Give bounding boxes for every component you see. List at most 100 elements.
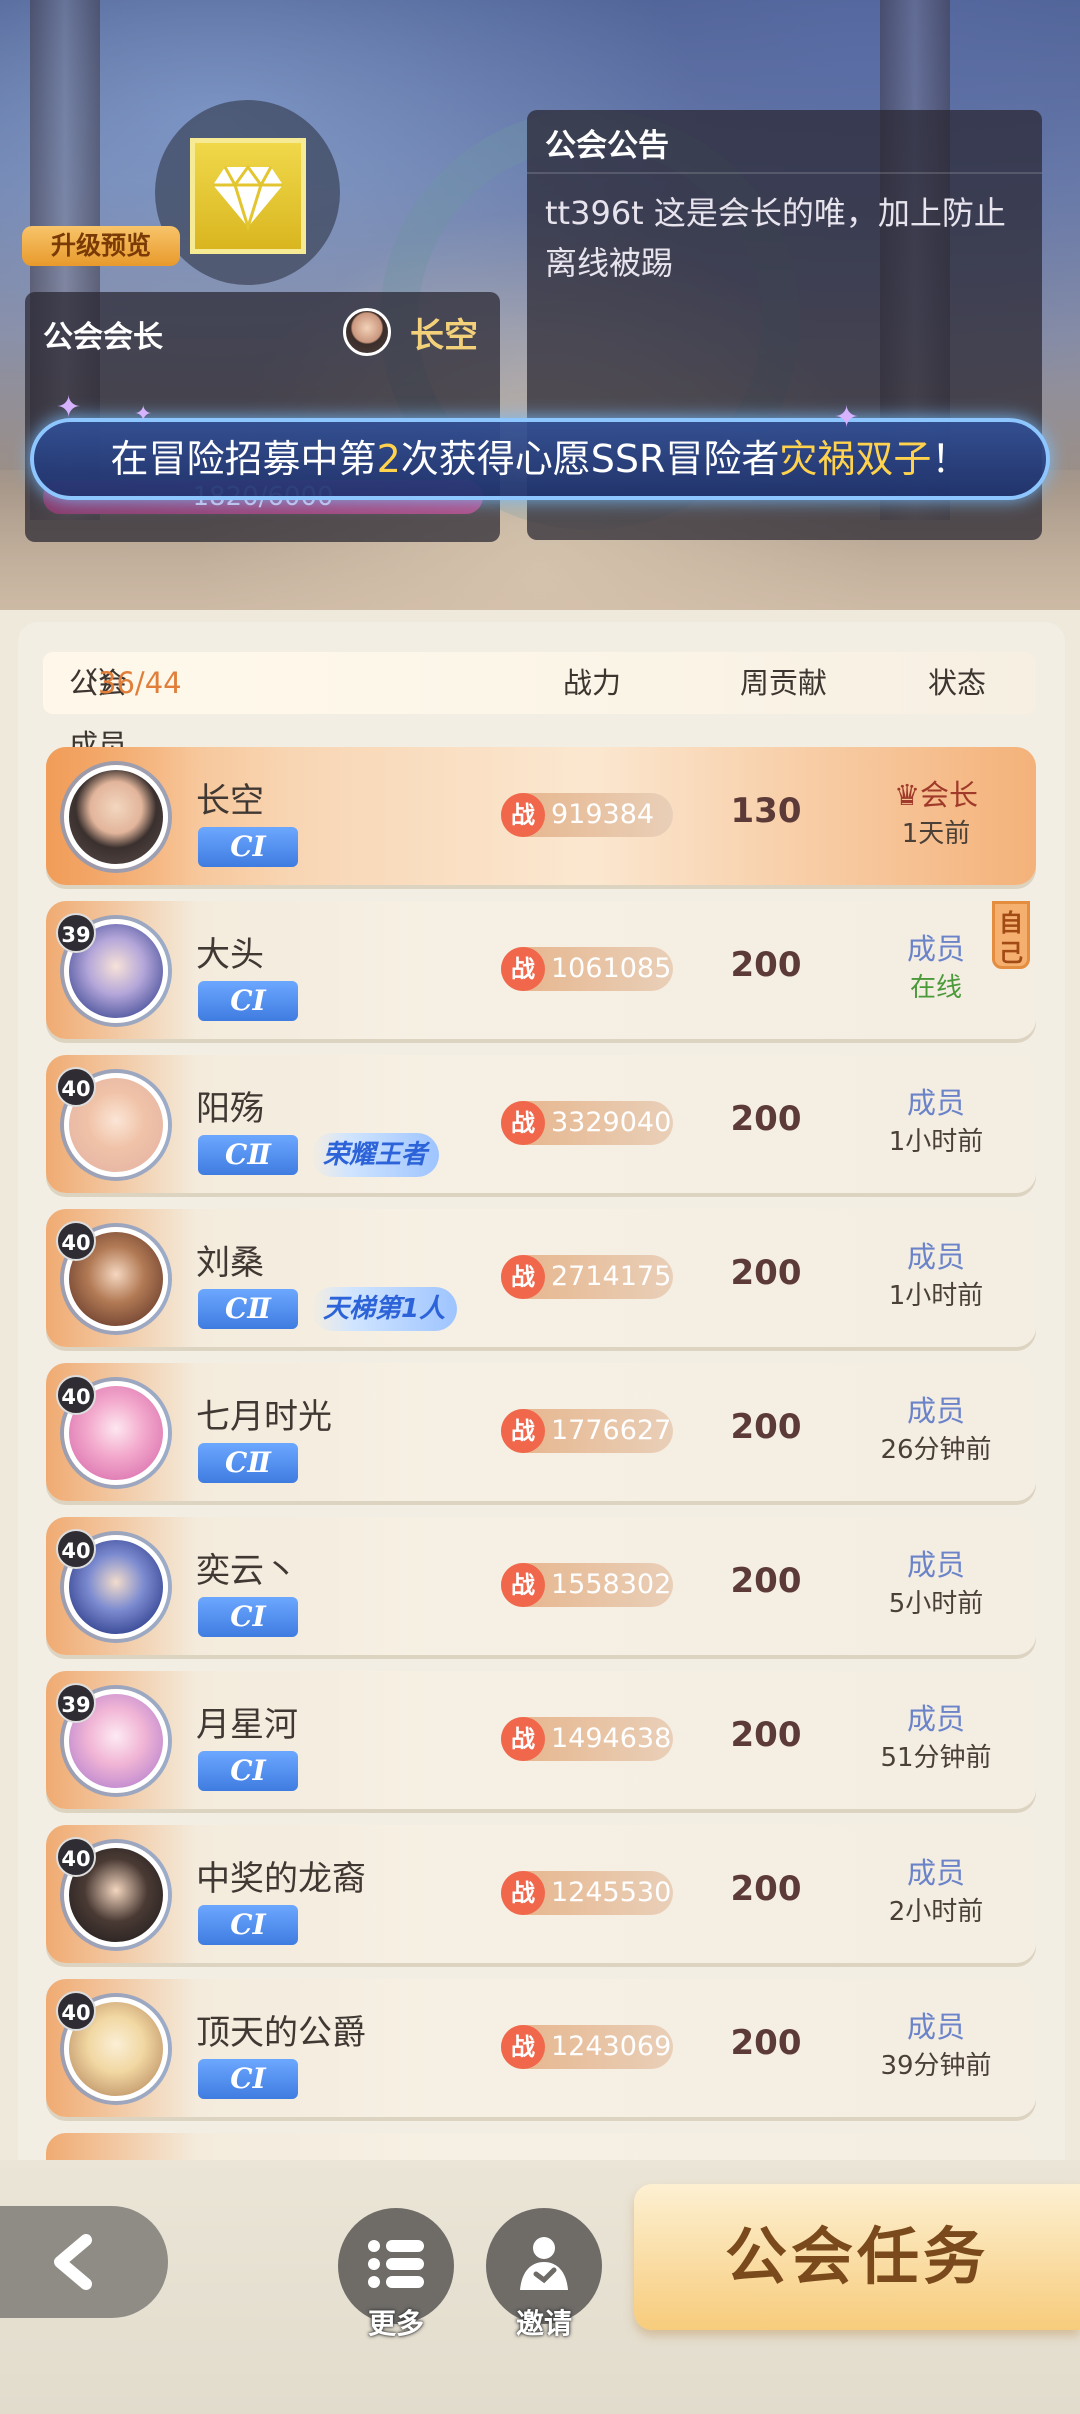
member-status: ♛会长 1天前 xyxy=(856,775,1016,853)
level-badge: 40 xyxy=(56,1221,96,1261)
power-value: 战 1243069 xyxy=(501,2025,673,2069)
member-name: 奕云丶 xyxy=(196,1551,298,1591)
member-role: 成员 xyxy=(906,1856,965,1890)
member-list-panel: 公会成员（36/44） 战力 周贡献 状态 长空 CⅠ 战 919384 130 … xyxy=(18,622,1065,2182)
weekly-contribution: 130 xyxy=(730,791,802,831)
member-count: 36/44 xyxy=(98,666,182,700)
member-role: 成员 xyxy=(906,1702,965,1736)
guild-emblem-button[interactable] xyxy=(190,138,306,254)
notice-text: tt396t 这是会长的唯，加上防止离线被踢 xyxy=(545,194,1006,282)
member-status: 成员 39分钟前 xyxy=(856,2007,1016,2085)
members-column-header: 公会成员（36/44） xyxy=(69,652,182,762)
upgrade-preview-button[interactable]: 升级预览 xyxy=(22,226,180,266)
member-role: ♛会长 xyxy=(893,778,978,812)
power-icon: 战 xyxy=(501,1563,545,1607)
weekly-contribution-column-header[interactable]: 周贡献 xyxy=(740,652,827,714)
leader-avatar[interactable] xyxy=(343,308,391,356)
level-badge: 39 xyxy=(56,1683,96,1723)
list-icon xyxy=(368,2240,424,2288)
last-active: 1小时前 xyxy=(888,1127,984,1157)
guild-leader-panel: 公会会长 长空 1820/6000 xyxy=(25,292,500,542)
power-value: 战 1494638 xyxy=(501,1717,673,1761)
title-badge: 荣耀王者 xyxy=(311,1133,440,1177)
leader-name: 长空 xyxy=(410,316,478,356)
last-active: 39分钟前 xyxy=(880,2051,992,2081)
rank-badge: CⅡ xyxy=(198,1135,298,1175)
invite-icon xyxy=(520,2237,568,2290)
member-name: 阳殇 xyxy=(196,1089,264,1129)
rank-badge: CⅡ xyxy=(198,1443,298,1483)
power-value: 战 2714175 xyxy=(501,1255,673,1299)
last-active: 2小时前 xyxy=(888,1897,984,1927)
rank-badge: CⅠ xyxy=(198,1905,298,1945)
power-icon: 战 xyxy=(501,2025,545,2069)
member-name: 大头 xyxy=(196,935,264,975)
last-active: 在线 xyxy=(909,973,962,1003)
sparkle-icon: ✦ xyxy=(56,390,82,425)
status-column-header[interactable]: 状态 xyxy=(928,652,986,714)
member-row[interactable]: 39 月星河 CⅠ 战 1494638 200 成员 51分钟前 xyxy=(46,1671,1036,1809)
notice-title: 公会公告 xyxy=(545,128,669,164)
level-badge: 40 xyxy=(56,1837,96,1877)
member-name: 中奖的龙裔 xyxy=(196,1859,366,1899)
member-row[interactable]: 40 顶天的公爵 CⅠ 战 1243069 200 成员 39分钟前 xyxy=(46,1979,1036,2117)
power-value: 战 3329040 xyxy=(501,1101,673,1145)
power-icon: 战 xyxy=(501,1871,545,1915)
member-row[interactable]: 40 奕云丶 CⅠ 战 1558302 200 成员 5小时前 xyxy=(46,1517,1036,1655)
weekly-contribution: 200 xyxy=(730,2023,802,2063)
weekly-contribution: 200 xyxy=(730,1099,802,1139)
level-badge: 40 xyxy=(56,1529,96,1569)
member-name: 月星河 xyxy=(196,1705,298,1745)
level-badge: 40 xyxy=(56,1991,96,2031)
rank-badge: CⅠ xyxy=(198,827,298,867)
member-row[interactable]: 40 七月时光 CⅡ 战 1776627 200 成员 26分钟前 xyxy=(46,1363,1036,1501)
rank-badge: CⅠ xyxy=(198,1751,298,1791)
rank-badge: CⅠ xyxy=(198,1597,298,1637)
member-status: 成员 1小时前 xyxy=(856,1083,1016,1161)
crown-icon: ♛ xyxy=(893,778,920,812)
power-column-header[interactable]: 战力 xyxy=(563,652,621,714)
weekly-contribution: 200 xyxy=(730,1561,802,1601)
title-badge: 天梯第1人 xyxy=(311,1287,458,1331)
diamond-icon xyxy=(213,164,283,233)
guild-tasks-label: 公会任务 xyxy=(724,2220,989,2293)
member-name: 长空 xyxy=(196,781,264,821)
leader-panel-title: 公会会长 xyxy=(43,320,163,355)
last-active: 1小时前 xyxy=(888,1281,984,1311)
power-value: 战 1061085 xyxy=(501,947,673,991)
more-label: 更多 xyxy=(367,2307,424,2340)
back-arrow-icon xyxy=(54,2234,92,2290)
member-row[interactable]: 长空 CⅠ 战 919384 130 ♛会长 1天前 xyxy=(46,747,1036,885)
member-role: 成员 xyxy=(906,1240,965,1274)
member-name: 顶天的公爵 xyxy=(196,2013,366,2053)
guild-banner-background: 升级预览 公会会长 长空 1820/6000 公会公告 tt396t 这是会长的… xyxy=(0,0,1080,610)
member-status: 成员 26分钟前 xyxy=(856,1391,1016,1469)
rank-badge: CⅠ xyxy=(198,2059,298,2099)
member-list-header: 公会成员（36/44） 战力 周贡献 状态 xyxy=(43,652,1035,762)
last-active: 5小时前 xyxy=(888,1589,984,1619)
member-status: 成员 51分钟前 xyxy=(856,1699,1016,1777)
power-value: 战 1776627 xyxy=(501,1409,673,1453)
rank-badge: CⅠ xyxy=(198,981,298,1021)
power-value: 战 919384 xyxy=(501,793,673,837)
member-row[interactable]: 40 刘桑 CⅡ 天梯第1人 战 2714175 200 成员 1小时前 xyxy=(46,1209,1036,1347)
last-active: 1天前 xyxy=(901,819,971,849)
power-icon: 战 xyxy=(501,793,545,837)
self-tag: 自己 xyxy=(992,901,1030,969)
broadcast-text: 在冒险招募中第2次获得心愿SSR冒险者灾祸双子！ xyxy=(110,437,970,481)
member-avatar[interactable] xyxy=(64,765,168,869)
member-row[interactable]: 40 阳殇 CⅡ 荣耀王者 战 3329040 200 成员 1小时前 xyxy=(46,1055,1036,1193)
member-role: 成员 xyxy=(906,1394,965,1428)
member-row[interactable]: 40 中奖的龙裔 CⅠ 战 1245530 200 成员 2小时前 xyxy=(46,1825,1036,1963)
weekly-contribution: 200 xyxy=(730,1253,802,1293)
level-badge: 39 xyxy=(56,913,96,953)
member-row[interactable]: 39 大头 CⅠ 战 1061085 200 成员 在线 自己 xyxy=(46,901,1036,1039)
power-value: 战 1558302 xyxy=(501,1563,673,1607)
back-button[interactable] xyxy=(0,2206,168,2318)
system-broadcast-banner: ✦ ✦ ✦ 在冒险招募中第2次获得心愿SSR冒险者灾祸双子！ xyxy=(30,390,1050,500)
weekly-contribution: 200 xyxy=(730,1715,802,1755)
invite-label: 邀请 xyxy=(515,2307,572,2340)
member-role: 成员 xyxy=(906,1086,965,1120)
guild-tasks-button[interactable]: 公会任务 xyxy=(634,2184,1080,2330)
bottom-action-bar: 更多 邀请 公会任务 xyxy=(0,2160,1080,2414)
